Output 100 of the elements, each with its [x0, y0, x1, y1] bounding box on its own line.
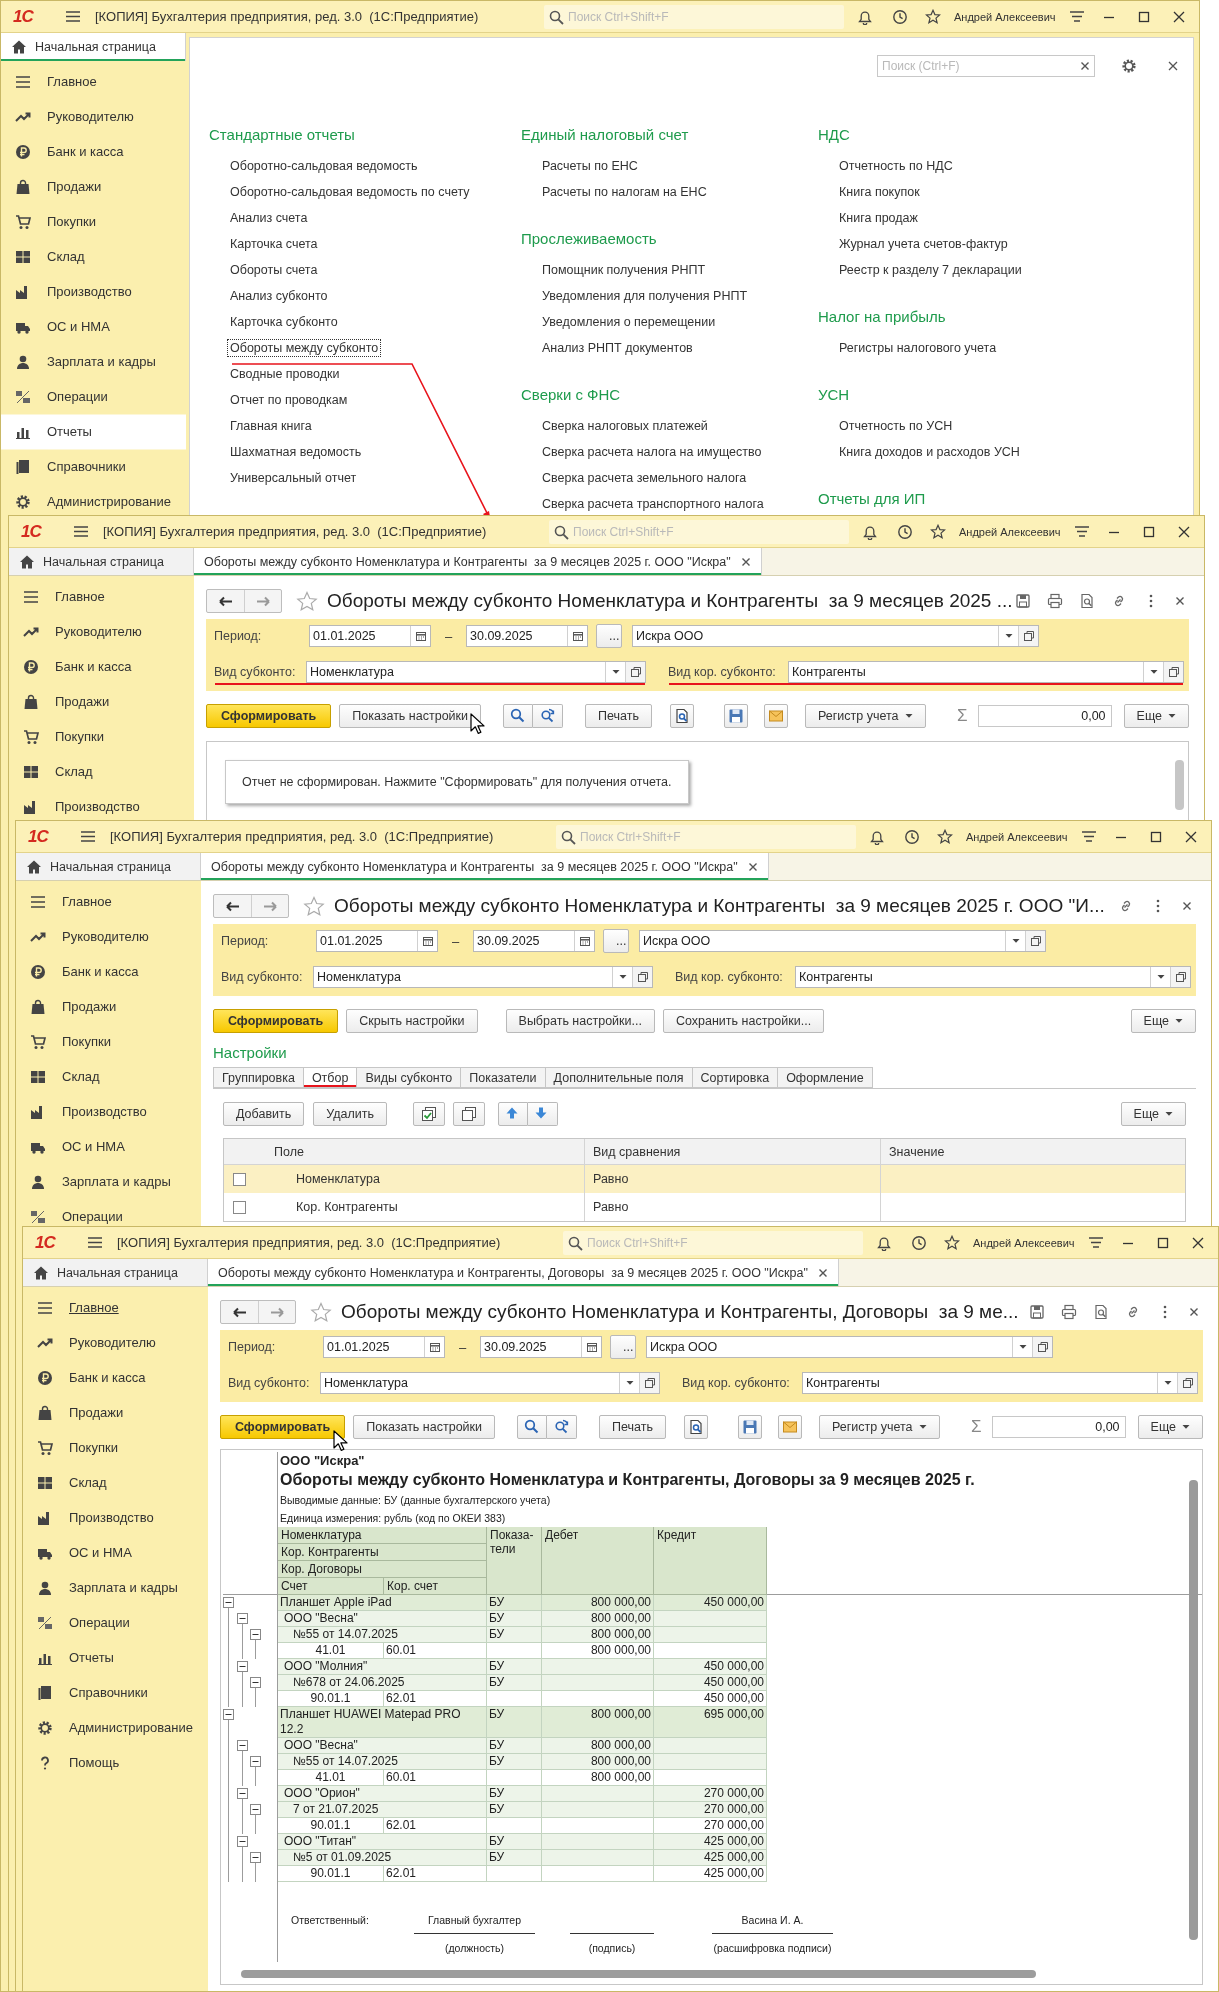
star-icon[interactable] — [296, 590, 318, 612]
report-link[interactable]: Сверка расчета транспортного налога — [539, 495, 767, 513]
close-icon[interactable] — [1175, 596, 1185, 606]
menu-icon[interactable] — [73, 525, 89, 538]
toolbar-button[interactable]: Печать — [585, 704, 652, 728]
tab[interactable]: Показатели — [460, 1067, 545, 1088]
search-field[interactable]: Поиск Ctrl+Shift+F — [549, 519, 849, 544]
search-button[interactable] — [503, 704, 533, 728]
preview-button[interactable] — [669, 704, 694, 728]
star-icon[interactable] — [937, 828, 953, 845]
search-field[interactable]: Поиск Ctrl+Shift+F — [563, 1230, 863, 1255]
dropdown-button[interactable]: Еще — [1120, 1102, 1186, 1126]
copy-button[interactable] — [453, 1102, 485, 1126]
collapse-icon[interactable] — [236, 1788, 248, 1799]
move-down-button[interactable] — [528, 1102, 558, 1126]
tab[interactable]: Виды субконто — [356, 1067, 461, 1088]
generate-button[interactable]: Сформировать — [220, 1415, 346, 1439]
report-link[interactable]: Обороты между субконто — [227, 339, 382, 357]
tab[interactable]: Начальная страница — [9, 548, 194, 575]
period-button[interactable]: ... — [610, 1335, 636, 1359]
star-icon[interactable] — [925, 8, 941, 25]
tab[interactable]: Сортировка — [691, 1067, 778, 1088]
sidebar-item[interactable]: Справочники — [23, 1682, 208, 1703]
sidebar-item[interactable]: Руководителю — [16, 926, 201, 947]
sidebar-item[interactable]: Склад — [23, 1472, 208, 1493]
sidebar-item[interactable]: Руководителю — [23, 1332, 208, 1353]
user-name[interactable]: Андрей Алексеевич — [966, 830, 1071, 843]
close-icon[interactable] — [1172, 9, 1186, 24]
tab[interactable]: Обороты между субконто Номенклатура и Контрагенты, Договоры за 9 месяцев 2025 г. ООО "Искра" — [208, 1259, 839, 1286]
scrollbar[interactable] — [1189, 1480, 1198, 1940]
user-name[interactable]: Андрей Алексеевич — [959, 525, 1064, 538]
sidebar-item[interactable]: Производство — [23, 1507, 208, 1528]
report-link[interactable]: Отчет по проводкам — [227, 391, 351, 409]
tab[interactable]: Начальная страница — [16, 853, 201, 880]
sidebar-item[interactable]: Зарплата и кадры — [1, 351, 186, 372]
sidebar-item[interactable]: Производство — [1, 281, 186, 302]
collapse-icon[interactable] — [250, 1677, 261, 1688]
report-link[interactable]: Книга покупок — [836, 183, 923, 201]
sidebar-item[interactable]: Производство — [9, 796, 194, 817]
sidebar-item[interactable]: Помощь — [23, 1752, 208, 1773]
report-link[interactable]: Регистры налогового учета — [836, 339, 1000, 357]
sidebar-item[interactable]: Банк и касса — [23, 1367, 208, 1388]
report-link[interactable]: Анализ счета — [227, 209, 311, 227]
report-link[interactable]: Отчетность по НДС — [836, 157, 956, 175]
tab[interactable]: Отбор — [302, 1067, 357, 1088]
report-link[interactable]: Главная книга — [227, 417, 315, 435]
sidebar-item[interactable]: ОС и НМА — [23, 1542, 208, 1563]
sidebar-item[interactable]: Продажи — [9, 691, 194, 712]
history-icon[interactable] — [904, 828, 920, 845]
report-link[interactable]: Отчетность по УСН — [836, 417, 956, 435]
tab[interactable]: Группировка — [213, 1067, 303, 1088]
move-up-button[interactable] — [498, 1102, 528, 1126]
sidebar-item[interactable]: ОС и НМА — [16, 1136, 201, 1157]
report-link[interactable]: Сводные проводки — [227, 365, 343, 383]
sidebar-item[interactable]: Руководителю — [9, 621, 194, 642]
sidebar-item[interactable]: Администрирование — [23, 1717, 208, 1738]
mail-button[interactable] — [763, 704, 788, 728]
report-link[interactable]: Журнал учета счетов-фактур — [836, 235, 1011, 253]
sidebar-item[interactable]: Банк и касса — [16, 961, 201, 982]
check-all-button[interactable] — [413, 1102, 445, 1126]
maximize-icon[interactable] — [1137, 9, 1151, 24]
checkbox[interactable] — [233, 1172, 246, 1186]
close-icon[interactable] — [1191, 1235, 1205, 1250]
star-icon[interactable] — [930, 523, 946, 540]
sidebar-item[interactable]: Главное — [1, 71, 186, 92]
sidebar-item[interactable]: Справочники — [1, 456, 186, 477]
report-link[interactable]: Оборотно-сальдовая ведомость — [227, 157, 421, 175]
report-link[interactable]: Анализ РНПТ документов — [539, 339, 696, 357]
menu-icon[interactable] — [80, 830, 96, 843]
collapse-icon[interactable] — [223, 1709, 234, 1720]
collapse-icon[interactable] — [250, 1852, 261, 1863]
history-icon[interactable] — [897, 523, 913, 540]
mail-button[interactable] — [777, 1415, 802, 1439]
close-icon[interactable] — [1182, 901, 1192, 911]
search-again-button[interactable] — [533, 704, 563, 728]
close-icon[interactable] — [1177, 524, 1191, 539]
scrollbar[interactable] — [241, 1970, 1036, 1978]
report-link[interactable]: Помощник получения РНПТ — [539, 261, 709, 279]
report-link[interactable]: Расчеты по ЕНС — [539, 157, 641, 175]
toolbar-button[interactable]: Выбрать настройки... — [505, 1009, 655, 1033]
search-field[interactable]: Поиск (Ctrl+F) — [877, 55, 1095, 77]
sidebar-item[interactable]: Руководителю — [1, 106, 186, 127]
sidebar-item[interactable]: Банк и касса — [9, 656, 194, 677]
report-link[interactable]: Книга продаж — [836, 209, 921, 227]
table-row[interactable]: Номенклатура Равно — [224, 1165, 1185, 1193]
report-link[interactable]: Сверка налоговых платежей — [539, 417, 711, 435]
report-link[interactable]: Сверка расчета налога на имущество — [539, 443, 765, 461]
report-link[interactable]: Анализ субконто — [227, 287, 331, 305]
toolbar-button[interactable]: Сохранить настройки... — [662, 1009, 825, 1033]
report-link[interactable]: Оборотно-сальдовая ведомость по счету — [227, 183, 473, 201]
maximize-icon[interactable] — [1156, 1235, 1170, 1250]
close-icon[interactable] — [1167, 60, 1179, 72]
close-icon[interactable] — [740, 556, 751, 567]
dropdown-button[interactable]: Еще — [1123, 704, 1189, 728]
report-link[interactable]: Карточка счета — [227, 235, 321, 253]
sidebar-item[interactable]: Операции — [16, 1206, 201, 1227]
sidebar-item[interactable]: Производство — [16, 1101, 201, 1122]
period-button[interactable]: ... — [596, 624, 622, 648]
lines-icon[interactable] — [1088, 1234, 1104, 1251]
report-link[interactable]: Уведомления о перемещении — [539, 313, 719, 331]
